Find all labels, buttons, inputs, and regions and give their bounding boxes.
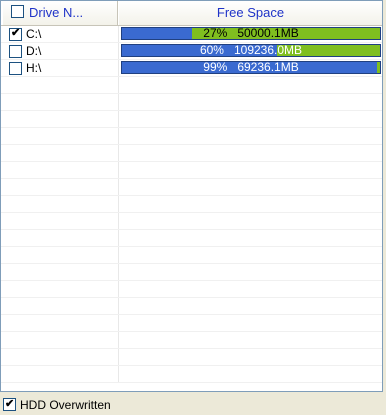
- empty-row: [1, 264, 382, 281]
- empty-row: [1, 179, 382, 196]
- empty-cell: [1, 77, 119, 93]
- free-space-text: 27% 50000.1MB: [122, 27, 380, 40]
- drive-checkbox[interactable]: [9, 45, 22, 58]
- percent-label: 60%: [199, 44, 224, 57]
- drive-label: H:\: [26, 61, 42, 75]
- column-header-free-space[interactable]: Free Space: [119, 1, 382, 25]
- hdd-overwritten-option[interactable]: ✔ HDD Overwritten: [3, 397, 111, 413]
- empty-row: [1, 332, 382, 349]
- table-row[interactable]: H:\ 99% 69236.1MB: [1, 60, 382, 77]
- empty-row: [1, 145, 382, 162]
- empty-cell: [1, 366, 119, 382]
- empty-cell: [1, 332, 119, 348]
- select-all-checkbox[interactable]: [11, 5, 24, 18]
- empty-row: [1, 281, 382, 298]
- empty-cell: [1, 162, 119, 178]
- free-space-text: 99% 69236.1MB: [122, 61, 380, 74]
- drive-checkbox[interactable]: ✔: [9, 27, 22, 41]
- drive-cell: ✔ C:\: [1, 26, 119, 42]
- table-row[interactable]: ✔ C:\ 27% 50000.1MB: [1, 26, 382, 43]
- size-label: 50000.1MB: [237, 27, 299, 40]
- empty-cell: [1, 179, 119, 195]
- percent-label: 27%: [203, 27, 228, 40]
- empty-row: [1, 111, 382, 128]
- size-label: 69236.1MB: [237, 61, 299, 74]
- empty-row: [1, 366, 382, 383]
- empty-rows: [1, 77, 382, 383]
- empty-cell: [1, 128, 119, 144]
- empty-row: [1, 162, 382, 179]
- free-space-bar: 99% 69236.1MB: [121, 61, 381, 74]
- check-mark-icon: ✔: [11, 27, 21, 39]
- empty-cell: [1, 111, 119, 127]
- empty-cell: [1, 315, 119, 331]
- empty-row: [1, 247, 382, 264]
- empty-cell: [1, 230, 119, 246]
- drive-label: C:\: [26, 27, 42, 41]
- empty-cell: [1, 264, 119, 280]
- drive-cell: H:\: [1, 60, 119, 76]
- free-space-bar: 27% 50000.1MB: [121, 27, 381, 40]
- size-label: 109236.0MB: [233, 44, 303, 57]
- free-space-bar: 60% 109236.0MB: [121, 44, 381, 57]
- free-space-header-label: Free Space: [216, 5, 285, 20]
- empty-cell: [1, 298, 119, 314]
- empty-row: [1, 196, 382, 213]
- table-header: Drive N... Free Space: [1, 1, 382, 26]
- empty-cell: [1, 247, 119, 263]
- drive-label: D:\: [26, 44, 42, 58]
- empty-cell: [1, 213, 119, 229]
- empty-row: [1, 94, 382, 111]
- column-header-drive-name[interactable]: Drive N...: [3, 1, 118, 25]
- empty-cell: [1, 349, 119, 365]
- drive-rows: ✔ C:\ 27% 50000.1MB D:\ 60% 109236.0MB H:\ 99%…: [1, 26, 382, 77]
- drive-checkbox[interactable]: [9, 62, 22, 75]
- free-space-text: 60% 109236.0MB: [122, 44, 380, 57]
- empty-cell: [1, 94, 119, 110]
- percent-label: 99%: [203, 61, 228, 74]
- empty-row: [1, 349, 382, 366]
- hdd-overwritten-checkbox[interactable]: ✔: [3, 398, 16, 411]
- empty-row: [1, 77, 382, 94]
- drive-name-header-label: Drive N...: [29, 5, 84, 20]
- check-mark-icon: ✔: [5, 398, 15, 410]
- empty-row: [1, 298, 382, 315]
- empty-cell: [1, 281, 119, 297]
- drive-list-table: Drive N... Free Space ✔ C:\ 27% 50000.1MB D…: [0, 0, 383, 392]
- empty-row: [1, 315, 382, 332]
- empty-cell: [1, 196, 119, 212]
- empty-row: [1, 230, 382, 247]
- table-row[interactable]: D:\ 60% 109236.0MB: [1, 43, 382, 60]
- drive-cell: D:\: [1, 43, 119, 59]
- empty-cell: [1, 145, 119, 161]
- hdd-overwritten-label: HDD Overwritten: [20, 398, 111, 412]
- empty-row: [1, 128, 382, 145]
- empty-row: [1, 213, 382, 230]
